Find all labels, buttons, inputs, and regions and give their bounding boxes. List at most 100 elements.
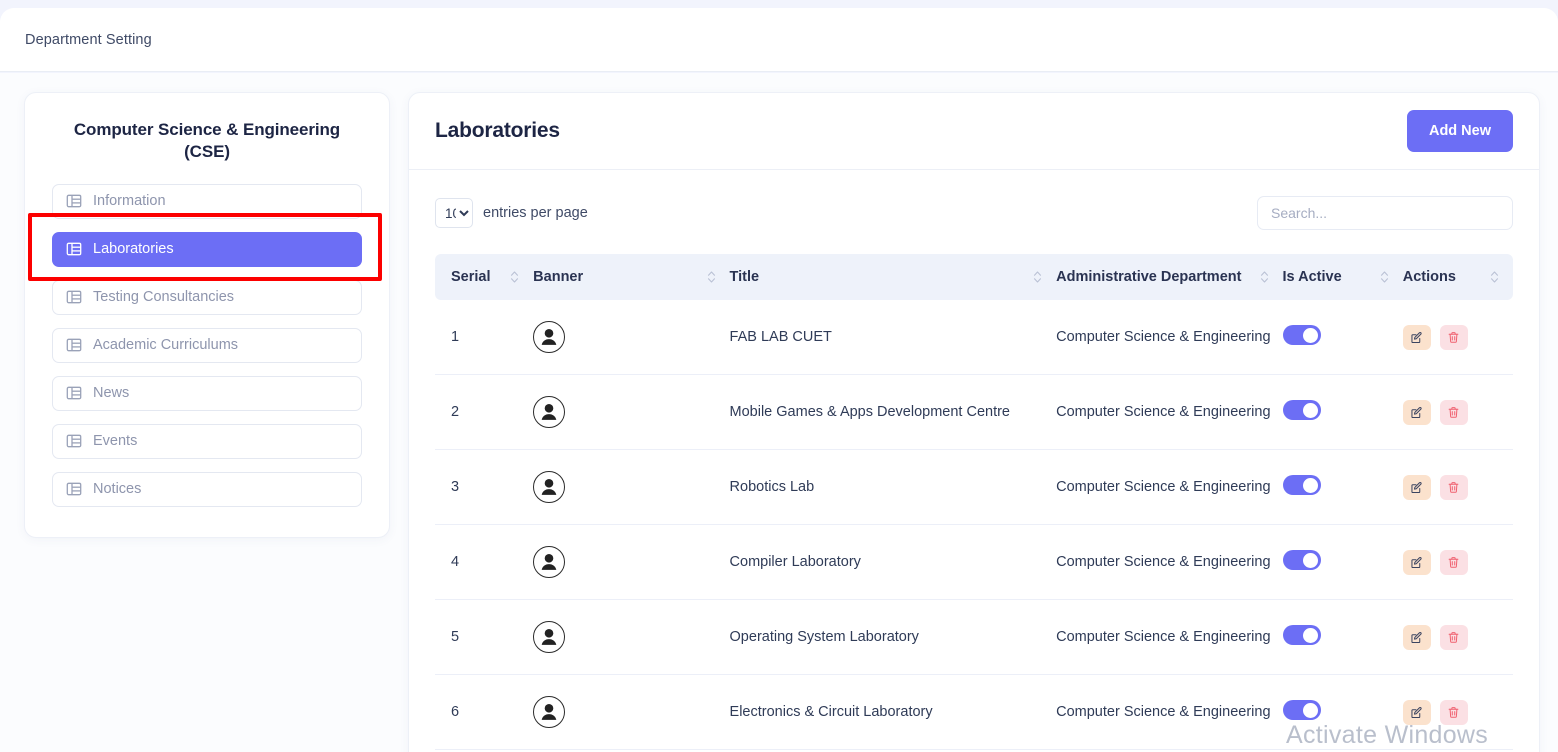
table-row: 4Compiler LaboratoryComputer Science & E… <box>435 525 1513 600</box>
cell-banner <box>533 300 729 375</box>
row-actions <box>1403 700 1513 725</box>
edit-row-button[interactable] <box>1403 475 1431 500</box>
edit-row-button[interactable] <box>1403 700 1431 725</box>
delete-row-button[interactable] <box>1440 325 1468 350</box>
cell-banner <box>533 600 729 675</box>
cell-banner <box>533 675 729 750</box>
sidebar-item-events[interactable]: Events <box>52 424 362 459</box>
table-row: 3Robotics LabComputer Science & Engineer… <box>435 450 1513 525</box>
sort-icon[interactable] <box>1023 270 1042 284</box>
row-actions <box>1403 400 1513 425</box>
sidebar-item-label: Notices <box>93 481 141 497</box>
table-icon <box>66 193 82 209</box>
row-actions <box>1403 550 1513 575</box>
delete-row-button[interactable] <box>1440 400 1468 425</box>
sort-icon[interactable] <box>500 270 519 284</box>
row-actions <box>1403 475 1513 500</box>
column-header-actions[interactable]: Actions <box>1403 254 1513 300</box>
table-icon <box>66 289 82 305</box>
page-title: Laboratories <box>435 119 560 143</box>
sidebar-item-laboratories[interactable]: Laboratories <box>52 232 362 267</box>
sidebar-menu: Information Laboratories Testing Consultan… <box>52 184 362 507</box>
page-content: Computer Science & Engineering (CSE) Inf… <box>0 73 1558 752</box>
delete-row-button[interactable] <box>1440 550 1468 575</box>
department-sidebar: Computer Science & Engineering (CSE) Inf… <box>24 92 390 538</box>
cell-serial: 1 <box>435 300 533 375</box>
edit-row-button[interactable] <box>1403 325 1431 350</box>
column-header-administrative-department[interactable]: Administrative Department <box>1056 254 1282 300</box>
cell-is-active <box>1283 450 1403 525</box>
is-active-toggle[interactable] <box>1283 700 1321 720</box>
app-root: Department Setting Computer Science & En… <box>0 0 1558 752</box>
cell-actions <box>1403 450 1513 525</box>
cell-is-active <box>1283 525 1403 600</box>
cell-title: Electronics & Circuit Laboratory <box>730 675 1057 750</box>
table-icon <box>66 433 82 449</box>
sidebar-item-news[interactable]: News <box>52 376 362 411</box>
sidebar-item-information[interactable]: Information <box>52 184 362 219</box>
delete-row-button[interactable] <box>1440 625 1468 650</box>
table-row: 2 Mobile Games & Apps Development CentreC… <box>435 375 1513 450</box>
table-header-row: Serial BannerTitle Administrative Departme… <box>435 254 1513 300</box>
panel-header: Laboratories Add New <box>409 93 1539 170</box>
row-actions <box>1403 325 1513 350</box>
column-header-banner[interactable]: Banner <box>533 254 729 300</box>
table-icon <box>66 481 82 497</box>
table-row: 6Electronics & Circuit LaboratoryCompute… <box>435 675 1513 750</box>
cell-actions <box>1403 525 1513 600</box>
cell-serial: 5 <box>435 600 533 675</box>
sidebar-item-label: Events <box>93 433 137 449</box>
sidebar-item-notices[interactable]: Notices <box>52 472 362 507</box>
is-active-toggle[interactable] <box>1283 475 1321 495</box>
laboratories-panel: Laboratories Add New 102550100 entries p… <box>408 92 1540 752</box>
cell-serial: 6 <box>435 675 533 750</box>
table-icon <box>66 385 82 401</box>
sort-icon[interactable] <box>1480 270 1499 284</box>
is-active-toggle[interactable] <box>1283 550 1321 570</box>
edit-row-button[interactable] <box>1403 625 1431 650</box>
cell-serial: 4 <box>435 525 533 600</box>
cell-banner <box>533 450 729 525</box>
cell-department: Computer Science & Engineering <box>1056 450 1282 525</box>
column-header-label: Is Active <box>1283 269 1342 285</box>
column-header-label: Serial <box>451 269 491 285</box>
edit-row-button[interactable] <box>1403 400 1431 425</box>
cell-department: Computer Science & Engineering <box>1056 375 1282 450</box>
table-controls: 102550100 entries per page <box>435 196 1513 230</box>
cell-is-active <box>1283 300 1403 375</box>
delete-row-button[interactable] <box>1440 700 1468 725</box>
add-new-button[interactable]: Add New <box>1407 110 1513 152</box>
cell-actions <box>1403 675 1513 750</box>
column-header-label: Title <box>730 269 760 285</box>
delete-row-button[interactable] <box>1440 475 1468 500</box>
cell-is-active <box>1283 375 1403 450</box>
sidebar-item-testing-consultancies[interactable]: Testing Consultancies <box>52 280 362 315</box>
is-active-toggle[interactable] <box>1283 400 1321 420</box>
cell-serial: 2 <box>435 375 533 450</box>
search-input[interactable] <box>1257 196 1513 230</box>
avatar-placeholder-icon <box>533 396 565 428</box>
cell-banner <box>533 375 729 450</box>
is-active-toggle[interactable] <box>1283 625 1321 645</box>
avatar-placeholder-icon <box>533 471 565 503</box>
table-icon <box>66 337 82 353</box>
row-actions <box>1403 625 1513 650</box>
sidebar-item-academic-curriculums[interactable]: Academic Curriculums <box>52 328 362 363</box>
cell-title: Mobile Games & Apps Development Centre <box>730 375 1057 450</box>
entries-per-page-select[interactable]: 102550100 <box>435 198 473 228</box>
cell-actions <box>1403 300 1513 375</box>
is-active-toggle[interactable] <box>1283 325 1321 345</box>
entries-per-page-control: 102550100 entries per page <box>435 198 588 228</box>
topbar: Department Setting <box>0 8 1558 72</box>
edit-row-button[interactable] <box>1403 550 1431 575</box>
column-header-is-active[interactable]: Is Active <box>1283 254 1403 300</box>
avatar-placeholder-icon <box>533 621 565 653</box>
entries-per-page-label: entries per page <box>483 205 588 221</box>
cell-actions <box>1403 375 1513 450</box>
sort-icon[interactable] <box>697 270 716 284</box>
avatar-placeholder-icon <box>533 696 565 728</box>
sort-icon[interactable] <box>1250 270 1269 284</box>
column-header-title[interactable]: Title <box>730 254 1057 300</box>
sort-icon[interactable] <box>1370 270 1389 284</box>
column-header-serial[interactable]: Serial <box>435 254 533 300</box>
